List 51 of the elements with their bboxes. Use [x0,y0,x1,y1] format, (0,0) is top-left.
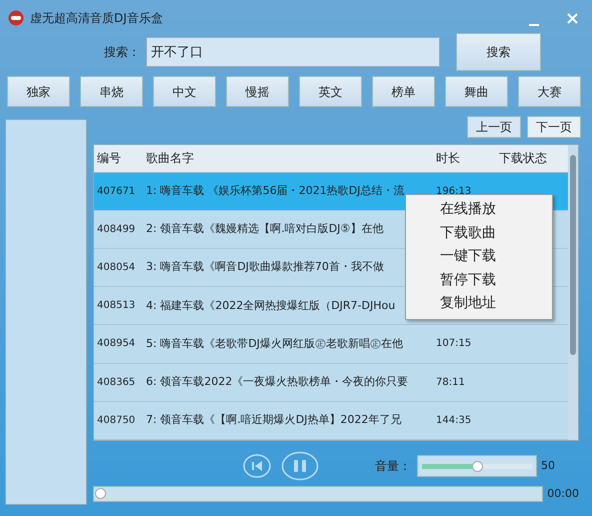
song-id: 408513 [97,299,136,314]
song-duration: 196:13 [436,184,472,199]
window-title: 虚无超高清音质DJ音乐盒 [30,10,163,27]
category-button[interactable]: 中文 [153,76,216,107]
category-button[interactable]: 大赛 [518,76,581,107]
category-button[interactable]: 榜单 [372,76,435,107]
search-field[interactable]: 开不了口 [146,37,440,67]
category-button[interactable]: 舞曲 [445,76,508,107]
song-id: 408954 [97,337,136,352]
menu-item[interactable]: 复制地址 [406,292,552,316]
category-button[interactable]: 英文 [299,76,362,107]
previous-track-icon[interactable] [243,454,271,478]
category-button[interactable]: 慢摇 [226,76,289,107]
song-name: 3: 嗨音车载《啊音DJ歌曲爆款推荐70首・我不做 [146,259,385,276]
song-id: 408750 [97,414,136,428]
search-button[interactable]: 搜索 [456,33,541,71]
pause-icon[interactable] [281,451,319,481]
column-header: 编号 [97,150,122,168]
menu-item[interactable]: 下载歌曲 [406,222,552,245]
song-name: 7: 领音车载《【啊.喑近期爆火DJ热单】2022年了兄 [146,412,402,428]
app-logo-icon [8,10,24,26]
volume-label: 音量： [375,458,411,475]
volume-thumb[interactable] [472,460,483,472]
volume-reading: 50 [541,458,555,474]
progress-thumb[interactable] [95,488,106,500]
song-name: 5: 嗨音车载《老歌带DJ爆火网红版㊣老歌新唱㊣在他 [146,336,404,352]
song-name: 4: 福建车载《2022全网热搜爆红版（DJR7-DJHou [146,298,396,314]
song-duration: 107:15 [436,337,472,352]
song-id: 408499 [97,222,136,237]
previous-page-button[interactable]: 上一页 [467,116,521,138]
song-name: 6: 领音车载2022《一夜爆火热歌榜单・今夜的你只要 [146,374,410,390]
song-name: 2: 领音车载《魏嫚精选【啊.喑对白版DJ⑤】在他 [146,221,384,238]
column-header: 时长 [436,150,461,168]
song-duration: 144:35 [436,414,472,428]
category-button[interactable]: 串烧 [80,76,143,107]
song-id: 408054 [97,261,136,276]
search-label: 搜索： [104,44,141,61]
column-header: 下载状态 [499,150,547,168]
song-id: 408365 [97,376,136,390]
song-row[interactable]: 408365 6: 领音车载2022《一夜爆火热歌榜单・今夜的你只要 78:11 [94,364,568,402]
song-name: 1: 嗨音车载 《娱乐杯第56届・2021热歌DJ总结・流 [146,182,406,199]
category-button[interactable]: 独家 [7,76,70,107]
volume-slider[interactable] [417,455,537,477]
song-id: 407671 [97,184,136,199]
next-page-button[interactable]: 下一页 [527,116,581,138]
close-icon[interactable] [567,12,578,24]
scrollbar[interactable] [568,145,578,440]
song-duration: 78:11 [436,376,465,390]
column-header: 歌曲名字 [146,150,195,168]
playback-time: 00:00 [547,486,579,502]
progress-bar[interactable] [93,486,544,502]
